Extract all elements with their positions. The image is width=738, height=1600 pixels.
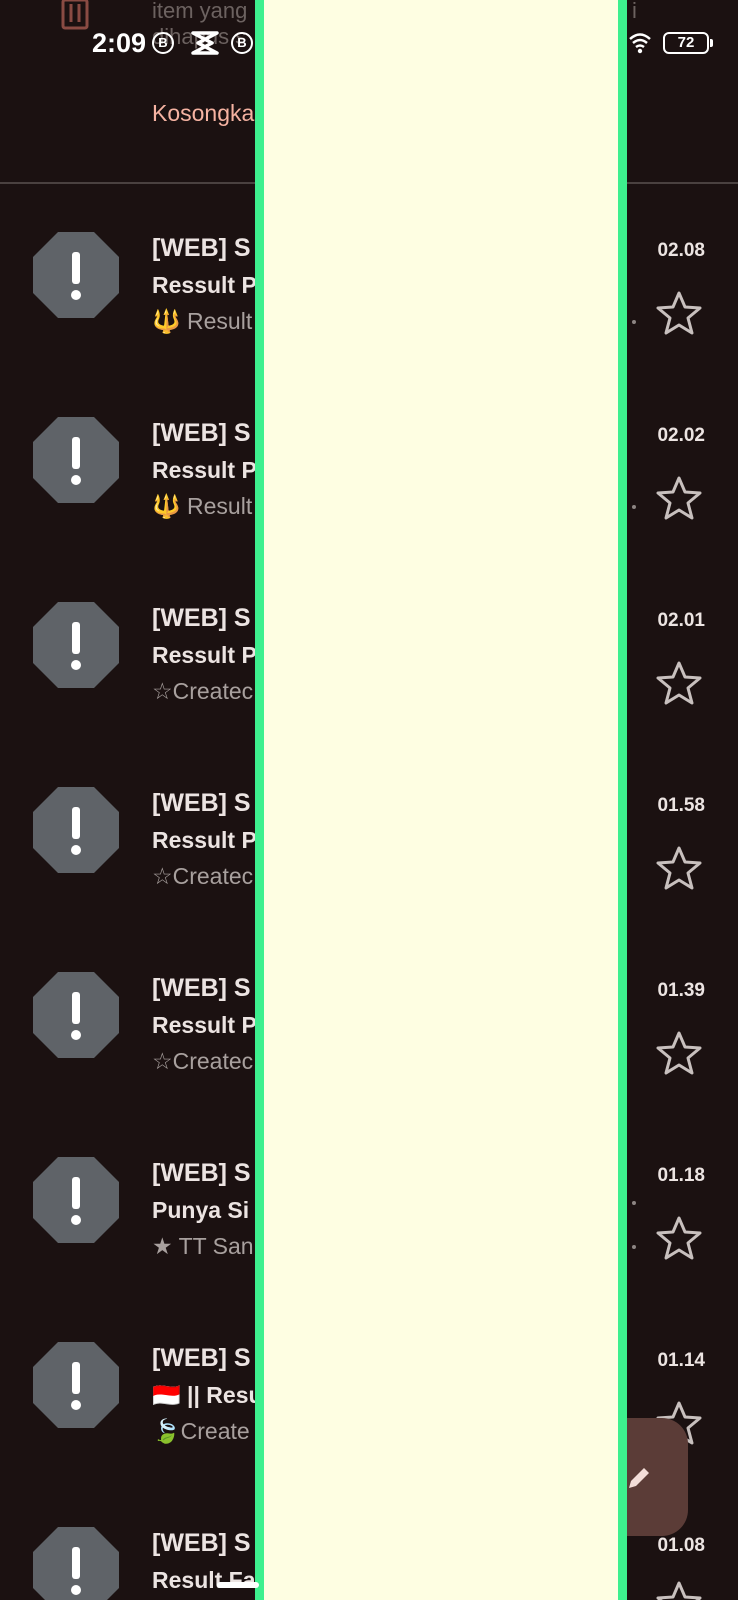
star-icon[interactable] bbox=[656, 660, 702, 706]
email-subject: Ressult P bbox=[152, 1012, 257, 1038]
email-sender: [WEB] S bbox=[152, 419, 251, 447]
b-circle-icon: B bbox=[231, 32, 253, 54]
star-icon[interactable] bbox=[656, 1580, 702, 1600]
spam-warning-icon bbox=[33, 1157, 119, 1243]
email-subject: Result Fa bbox=[152, 1567, 256, 1593]
email-subject: Ressult P bbox=[152, 457, 257, 483]
row-dot bbox=[632, 1245, 636, 1249]
trident-icon: 🔱 bbox=[152, 308, 181, 334]
email-snippet-text: Result bbox=[187, 493, 253, 519]
b-circle-icon: B bbox=[152, 32, 174, 54]
email-sender: [WEB] S bbox=[152, 1344, 251, 1372]
email-time: 02.08 bbox=[657, 240, 705, 261]
email-subject: Ressult P bbox=[152, 642, 257, 668]
email-sender: [WEB] S bbox=[152, 1159, 251, 1187]
capcut-icon bbox=[191, 31, 219, 55]
email-subject: Ressult P bbox=[152, 272, 257, 298]
star-icon[interactable] bbox=[656, 1215, 702, 1261]
email-subject: 🇮🇩 || Resu bbox=[152, 1382, 263, 1408]
spam-warning-icon bbox=[33, 787, 119, 873]
email-time: 01.58 bbox=[657, 795, 705, 816]
email-sender: [WEB] S bbox=[152, 1529, 251, 1557]
spam-warning-icon bbox=[33, 417, 119, 503]
battery-icon: 72 bbox=[663, 32, 713, 54]
email-snippet: ☆Createc bbox=[152, 1048, 254, 1074]
status-time: 2:09 bbox=[92, 28, 147, 58]
pencil-icon bbox=[629, 1468, 649, 1488]
email-sender: [WEB] S bbox=[152, 234, 251, 262]
empty-trash-button[interactable]: Kosongka bbox=[152, 100, 254, 127]
email-snippet: ☆Createc bbox=[152, 863, 254, 889]
row-dot bbox=[632, 1201, 636, 1205]
email-subject: Ressult P bbox=[152, 827, 257, 853]
spam-warning-icon bbox=[33, 972, 119, 1058]
email-time: 01.08 bbox=[657, 1535, 705, 1556]
email-time: 02.01 bbox=[657, 610, 705, 631]
home-indicator[interactable] bbox=[217, 1582, 259, 1588]
email-snippet: ☆Createc bbox=[152, 678, 254, 704]
email-snippet: 🔱 Result bbox=[152, 308, 252, 335]
star-icon[interactable] bbox=[656, 290, 702, 336]
star-icon[interactable] bbox=[656, 1030, 702, 1076]
star-icon[interactable] bbox=[656, 475, 702, 521]
overlay-panel bbox=[255, 0, 627, 1600]
email-snippet-text: Result bbox=[187, 308, 253, 334]
email-snippet: ★ TT San bbox=[152, 1233, 254, 1259]
email-time: 01.18 bbox=[657, 1165, 705, 1186]
email-sender: [WEB] S bbox=[152, 789, 251, 817]
email-time: 02.02 bbox=[657, 425, 705, 446]
email-subject: Punya Si bbox=[152, 1197, 250, 1223]
email-sender: [WEB] S bbox=[152, 604, 251, 632]
spam-warning-icon bbox=[33, 232, 119, 318]
email-sender: [WEB] S bbox=[152, 974, 251, 1002]
trident-icon: 🔱 bbox=[152, 493, 181, 519]
star-icon[interactable] bbox=[656, 845, 702, 891]
row-dot bbox=[632, 320, 636, 324]
email-time: 01.14 bbox=[657, 1350, 705, 1371]
email-snippet: 🔱 Result bbox=[152, 493, 252, 520]
spam-warning-icon bbox=[33, 1527, 119, 1600]
email-snippet: 🍃Create bbox=[152, 1418, 250, 1444]
wifi-icon bbox=[629, 33, 651, 54]
email-time: 01.39 bbox=[657, 980, 705, 1001]
row-dot bbox=[632, 505, 636, 509]
email-list-screen: item yang dihapus s i 2:09 B B 72 Kosong… bbox=[0, 0, 738, 1600]
spam-warning-icon bbox=[33, 602, 119, 688]
spam-warning-icon bbox=[33, 1342, 119, 1428]
